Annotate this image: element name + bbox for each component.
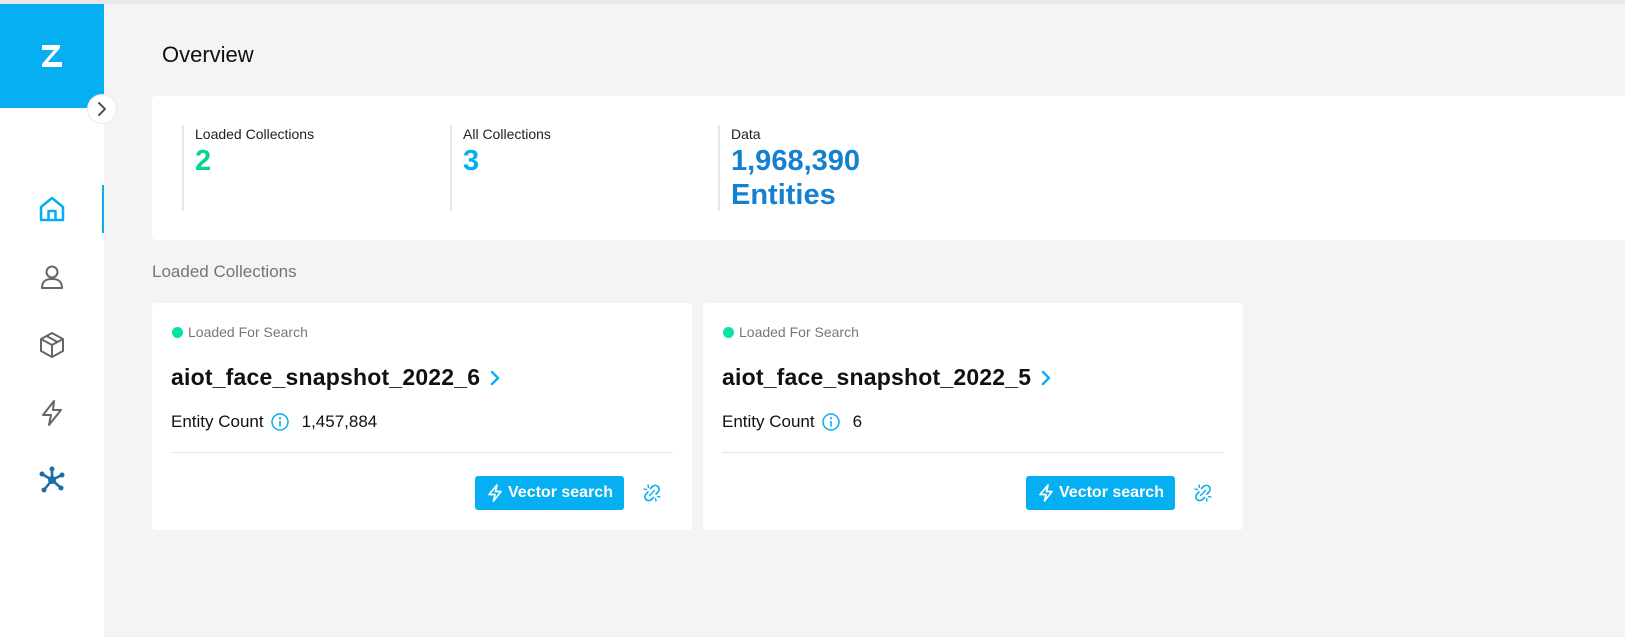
sidebar — [0, 4, 116, 637]
unlink-icon — [1194, 484, 1212, 502]
stat-label: Data — [731, 126, 761, 142]
stat-value: 3 — [463, 145, 480, 177]
entity-count-value: 6 — [852, 412, 863, 431]
stat-data: Data 1,968,390 Entities — [718, 125, 860, 211]
collection-card: Loaded For Search aiot_face_snapshot_202… — [152, 303, 692, 530]
nav-item-users[interactable] — [0, 253, 104, 301]
collection-name[interactable]: aiot_face_snapshot_2022_6 — [171, 364, 480, 391]
unlink-icon — [643, 484, 661, 502]
nav-item-collections[interactable] — [0, 321, 104, 369]
status-text: Loaded For Search — [739, 324, 859, 340]
milvus-logo-icon[interactable] — [0, 4, 104, 108]
entity-count-row: Entity Count 6 — [722, 412, 862, 432]
lightning-icon — [1039, 484, 1053, 502]
nav-item-search[interactable] — [0, 389, 104, 437]
release-collection-button[interactable] — [643, 484, 661, 507]
lightning-icon — [42, 400, 62, 426]
collection-link[interactable]: aiot_face_snapshot_2022_5 — [722, 364, 1054, 391]
release-collection-button[interactable] — [1194, 484, 1212, 507]
info-icon[interactable] — [821, 412, 841, 432]
vector-search-label: Vector search — [508, 484, 613, 501]
chevron-right-icon[interactable] — [487, 368, 503, 388]
status-dot-icon — [723, 326, 734, 338]
cube-icon — [40, 332, 64, 358]
chevron-right-icon — [98, 102, 106, 116]
divider — [722, 452, 1224, 453]
plugin-icon — [39, 466, 65, 493]
info-icon[interactable] — [270, 412, 290, 432]
top-border — [0, 0, 1625, 4]
vector-search-button[interactable]: Vector search — [1026, 476, 1175, 510]
status-text: Loaded For Search — [188, 324, 308, 340]
lightning-icon — [488, 484, 502, 502]
nav-item-overview[interactable] — [0, 185, 104, 233]
page-title: Overview — [162, 42, 254, 67]
stat-value: 1,968,390 — [731, 145, 861, 177]
status-badge: Loaded For Search — [172, 324, 308, 340]
stat-unit: Entities — [731, 179, 836, 211]
stat-all-collections: All Collections 3 — [450, 125, 551, 211]
entity-count-label: Entity Count — [722, 412, 815, 431]
section-title: Loaded Collections — [152, 262, 297, 281]
stat-label: Loaded Collections — [195, 126, 315, 142]
stat-value: 2 — [195, 145, 212, 177]
stat-label: All Collections — [463, 126, 551, 142]
expand-sidebar-button[interactable] — [88, 95, 116, 123]
chevron-right-icon[interactable] — [1038, 368, 1054, 388]
collection-link[interactable]: aiot_face_snapshot_2022_6 — [171, 364, 503, 391]
nav-item-plugins[interactable] — [0, 456, 104, 504]
collection-card: Loaded For Search aiot_face_snapshot_202… — [703, 303, 1243, 530]
user-icon — [41, 265, 63, 289]
home-icon — [39, 196, 65, 222]
entity-count-row: Entity Count 1,457,884 — [171, 412, 377, 432]
vector-search-button[interactable]: Vector search — [475, 476, 624, 510]
overview-stats-card: Loaded Collections 2 All Collections 3 D… — [152, 96, 1625, 240]
divider — [171, 452, 673, 453]
entity-count-label: Entity Count — [171, 412, 264, 431]
entity-count-value: 1,457,884 — [301, 412, 378, 431]
status-badge: Loaded For Search — [723, 324, 859, 340]
collection-name[interactable]: aiot_face_snapshot_2022_5 — [722, 364, 1031, 391]
status-dot-icon — [172, 326, 183, 338]
stat-loaded-collections: Loaded Collections 2 — [182, 125, 314, 211]
vector-search-label: Vector search — [1059, 484, 1164, 501]
